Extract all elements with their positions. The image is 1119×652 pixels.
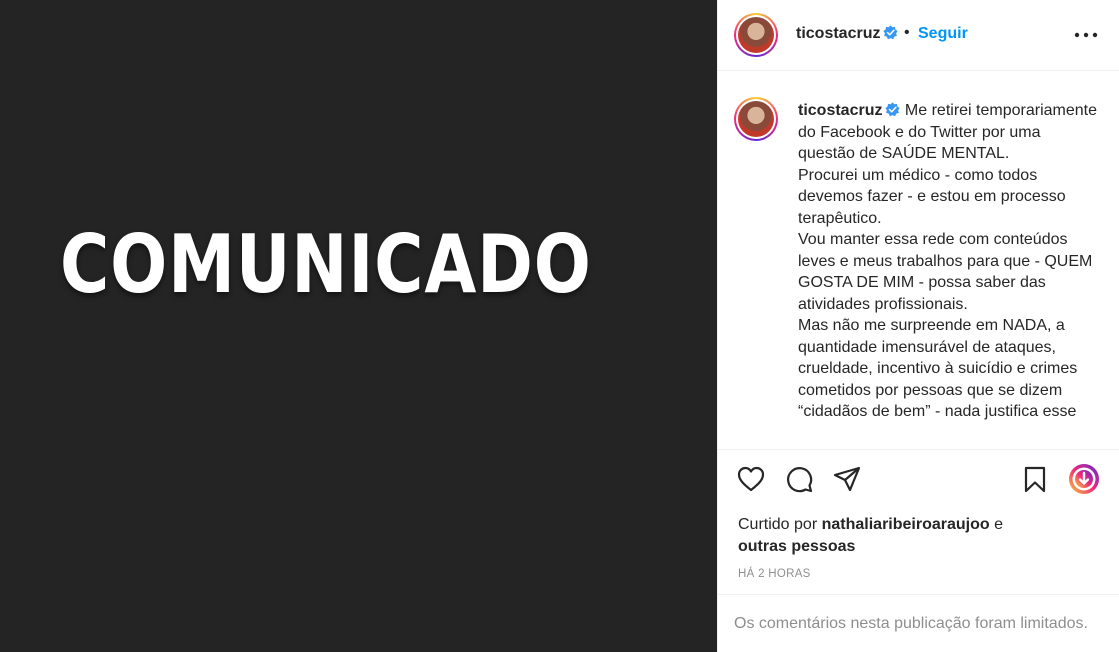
share-icon[interactable] [832, 464, 862, 494]
media-headline: COMUNICADO [60, 218, 592, 311]
likes-prefix: Curtido por [738, 516, 818, 533]
post-timestamp[interactable]: HÁ 2 HORAS [738, 568, 811, 580]
post-media[interactable]: COMUNICADO [0, 0, 717, 652]
likes-others-link[interactable]: outras pessoas [738, 538, 855, 555]
comments-limited-notice: Os comentários nesta publicação foram li… [718, 594, 1119, 652]
follow-button[interactable]: Seguir [918, 25, 968, 43]
caption-paragraph: Procurei um médico - como todos devemos … [798, 166, 1066, 227]
likes-conjunction: e [994, 516, 1004, 533]
comments-limited-text: Os comentários nesta publicação foram li… [734, 615, 1088, 632]
more-horizontal-icon[interactable] [1073, 24, 1099, 46]
verified-badge-icon [885, 102, 901, 117]
verified-badge-icon [883, 25, 899, 40]
caption-paragraph: Mas não me surpreende em NADA, a quantid… [798, 317, 1078, 420]
caption-username[interactable]: ticostacruz [798, 102, 882, 119]
author-username[interactable]: ticostacruz [796, 25, 899, 43]
avatar-image [738, 101, 774, 137]
caption-area[interactable]: ticostacruz Me retirei temporariamente d… [718, 71, 1119, 449]
post-actions [718, 462, 1119, 502]
heart-icon[interactable] [736, 464, 766, 494]
caption-author-avatar[interactable] [734, 97, 778, 141]
caption-paragraph: ticostacruz Me retirei temporariamente d… [798, 100, 1098, 165]
actions-divider [718, 449, 1119, 450]
download-icon[interactable] [1068, 463, 1100, 495]
likes-summary: Curtido por nathaliaribeiroaraujoo e out… [738, 514, 1038, 558]
liker-username[interactable]: nathaliaribeiroaraujoo [822, 516, 990, 533]
post-sidebar: ticostacruz • Seguir ticostacruz Me reti… [717, 0, 1119, 652]
instagram-post-view: COMUNICADO ticostacruz • Seguir ticostac [0, 0, 1119, 652]
comment-icon[interactable] [784, 464, 814, 494]
author-avatar[interactable] [734, 13, 778, 57]
post-caption: ticostacruz Me retirei temporariamente d… [798, 100, 1098, 423]
header-separator: • [904, 24, 910, 41]
post-header: ticostacruz • Seguir [718, 0, 1119, 71]
author-username-text: ticostacruz [796, 25, 881, 42]
bookmark-icon[interactable] [1020, 464, 1050, 494]
avatar-image [738, 17, 774, 53]
caption-paragraph: Vou manter essa rede com conteúdos leves… [798, 231, 1093, 313]
